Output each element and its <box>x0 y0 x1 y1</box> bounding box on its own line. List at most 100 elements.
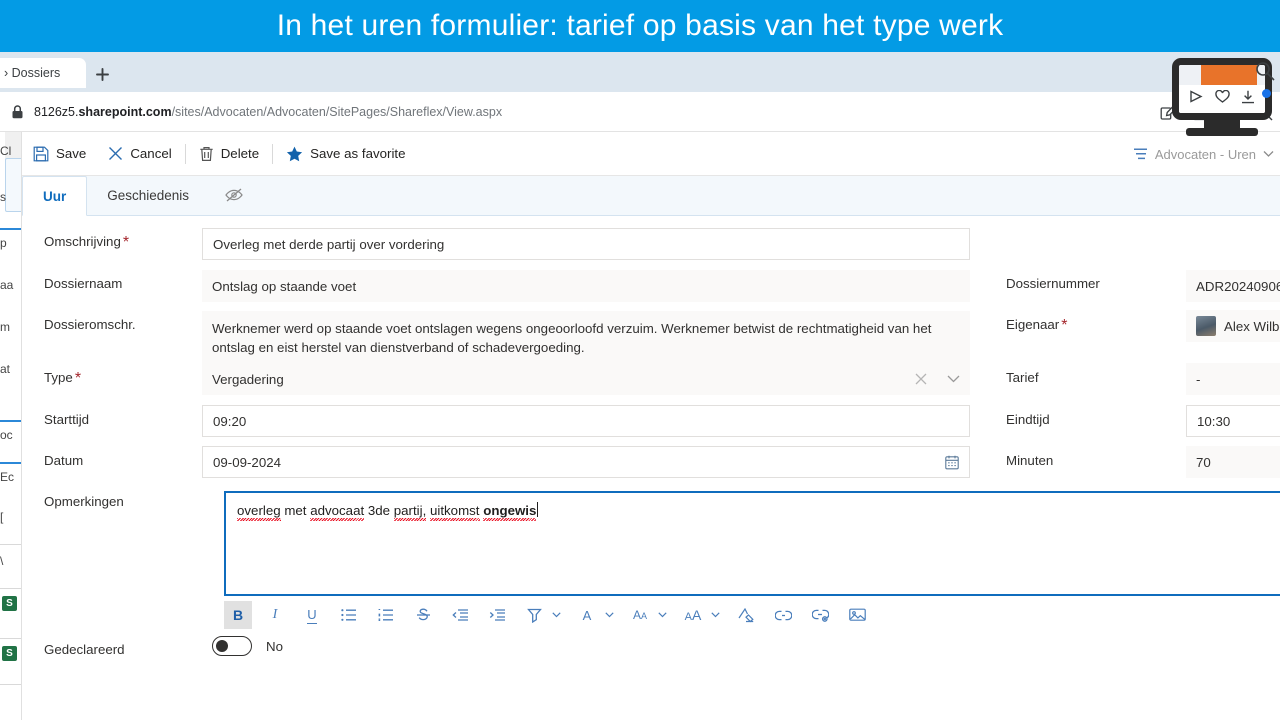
chevron-down-icon[interactable] <box>947 375 960 383</box>
tab-geschiedenis[interactable]: Geschiedenis <box>87 175 209 215</box>
clipped-text: [ <box>0 510 4 524</box>
insert-link-icon[interactable] <box>769 601 797 629</box>
tab-uur[interactable]: Uur <box>22 176 88 216</box>
eye-hidden-icon[interactable] <box>209 175 259 215</box>
required-marker: * <box>1061 317 1068 334</box>
editor-word: 3de <box>367 503 391 518</box>
widget-action-row <box>1179 85 1265 113</box>
clear-formatting-icon[interactable] <box>732 601 760 629</box>
strikethrough-icon[interactable] <box>409 601 437 629</box>
editor-word: uitkomst <box>429 503 480 518</box>
opmerkingen-editor[interactable]: overleg met advocaat 3de partij, uitkoms… <box>224 491 1280 596</box>
label-text: Eindtijd <box>1006 412 1050 427</box>
excel-file-icon: S <box>2 646 17 661</box>
toggle-knob <box>216 640 228 652</box>
label-text: Minuten <box>1006 453 1054 468</box>
calendar-icon[interactable] <box>945 455 959 470</box>
banner-title: In het uren formulier: tarief op basis v… <box>276 9 1004 42</box>
clipped-block <box>5 158 21 212</box>
font-color-icon[interactable]: A <box>573 601 601 629</box>
chevron-down-icon[interactable] <box>601 601 617 629</box>
screenshot-root: In het uren formulier: tarief op basis v… <box>0 0 1280 720</box>
field-dossieromschr-label: Dossieromschr. <box>44 317 136 332</box>
clipped-text: m <box>0 320 10 334</box>
numbered-list-icon[interactable] <box>372 601 400 629</box>
required-marker: * <box>122 234 130 251</box>
chevron-down-icon[interactable] <box>707 601 723 629</box>
label-text: Datum <box>44 453 84 468</box>
dossieromschr-value: Werknemer werd op staande voet ontslagen… <box>212 321 932 356</box>
chevron-down-icon[interactable] <box>548 601 564 629</box>
browser-address-bar[interactable]: 8126z5.sharepoint.com/sites/Advocaten/Ad… <box>0 92 1280 132</box>
type-value: Vergadering <box>212 371 284 387</box>
editor-content: overleg met advocaat 3de partij, uitkoms… <box>226 493 549 527</box>
browser-tab[interactable]: › Dossiers <box>0 58 86 88</box>
save-as-favorite-button[interactable]: Save as favorite <box>275 139 416 169</box>
monitor-base <box>1186 128 1258 136</box>
gedeclareerd-toggle[interactable] <box>212 636 252 656</box>
label-text: Eigenaar <box>1006 317 1060 332</box>
cancel-button[interactable]: Cancel <box>97 139 182 169</box>
clipped-text: aa <box>0 278 14 292</box>
field-eigenaar-label: Eigenaar * <box>1006 317 1067 335</box>
eigenaar-person-field[interactable]: Alex Wilber <box>1186 310 1280 342</box>
field-minuten-label: Minuten <box>1006 453 1053 468</box>
editor-word: overleg <box>237 503 281 518</box>
label-text: Dossiernummer <box>1006 276 1100 291</box>
eindtijd-input[interactable]: 10:30 <box>1186 405 1280 437</box>
starttijd-value: 09:20 <box>213 413 247 429</box>
datum-input[interactable]: 09-09-2024 <box>202 446 970 478</box>
label-text: Tarief <box>1006 370 1039 385</box>
tarief-value-box: - <box>1186 363 1280 395</box>
tab-geschiedenis-label: Geschiedenis <box>107 187 190 203</box>
outdent-icon[interactable] <box>446 601 474 629</box>
field-opmerkingen-label: Opmerkingen <box>44 494 124 509</box>
font-size-icon[interactable]: AA <box>679 601 707 629</box>
command-bar: Save Cancel Delete Save as favorite Advo… <box>22 132 1280 176</box>
remove-link-icon[interactable] <box>806 601 834 629</box>
save-button[interactable]: Save <box>22 139 97 169</box>
browser-tab-title: › Dossiers <box>4 66 61 80</box>
minuten-value-box: 70 <box>1186 446 1280 478</box>
bold-icon[interactable]: B <box>224 601 252 629</box>
form-body: Omschrijving * Overleg met derde partij o… <box>22 216 1280 720</box>
highlight-color-icon[interactable] <box>520 601 548 629</box>
bulleted-list-icon[interactable] <box>335 601 363 629</box>
tab-uur-label: Uur <box>43 188 67 204</box>
form-tabstrip: Uur Geschiedenis <box>22 176 1280 216</box>
screen-share-widget <box>1172 58 1280 136</box>
label-text: Opmerkingen <box>44 494 124 509</box>
label-text: Starttijd <box>44 412 90 427</box>
font-style-icon[interactable]: AA <box>626 601 654 629</box>
editor-word: met <box>284 503 307 518</box>
close-x-icon <box>109 147 123 160</box>
download-icon[interactable] <box>1241 90 1255 109</box>
insert-image-icon[interactable] <box>843 601 871 629</box>
clipped-text: oc <box>0 428 13 442</box>
italic-icon[interactable]: I <box>261 601 289 629</box>
underline-icon[interactable]: U <box>298 601 326 629</box>
play-share-icon[interactable] <box>1189 90 1204 108</box>
datum-value: 09-09-2024 <box>213 454 282 470</box>
list-menu-icon <box>1133 148 1147 160</box>
type-dropdown[interactable]: Vergadering <box>202 363 970 395</box>
field-gedeclareerd-label: Gedeclareerd <box>44 642 125 657</box>
divider <box>184 143 186 164</box>
excel-file-icon: S <box>2 596 17 611</box>
dossiernummer-value: ADR2024090601 <box>1196 278 1280 294</box>
omschrijving-input[interactable]: Overleg met derde partij over vordering <box>202 228 970 260</box>
new-tab-button[interactable] <box>90 62 114 86</box>
magnifier-icon <box>1255 61 1275 86</box>
field-type-label: Type * <box>44 370 81 388</box>
dossiernaam-value-box: Ontslag op staande voet <box>202 270 970 302</box>
chevron-down-icon[interactable] <box>654 601 670 629</box>
heart-icon[interactable] <box>1215 89 1230 108</box>
field-datum-label: Datum <box>44 453 83 468</box>
favorite-label: Save as favorite <box>310 146 406 161</box>
star-icon <box>287 146 303 161</box>
indent-icon[interactable] <box>483 601 511 629</box>
clear-x-icon[interactable] <box>915 373 927 385</box>
starttijd-input[interactable]: 09:20 <box>202 405 970 437</box>
delete-button[interactable]: Delete <box>188 139 270 169</box>
command-bar-right: Advocaten - Uren <box>1133 132 1274 176</box>
